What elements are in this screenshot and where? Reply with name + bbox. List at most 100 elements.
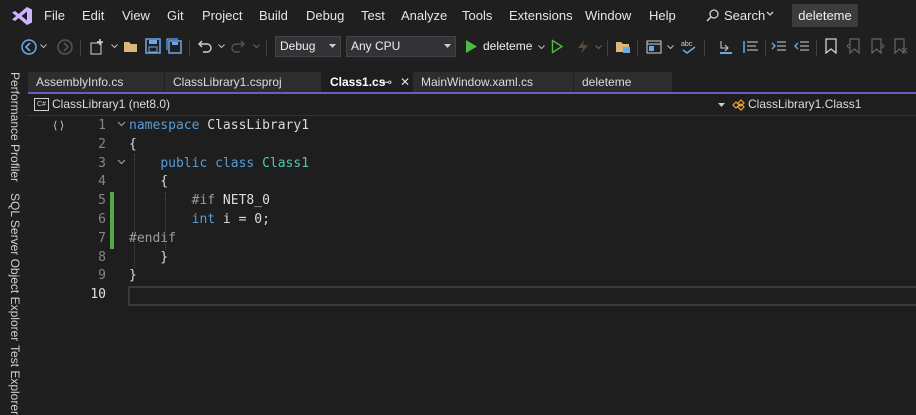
toolbar-separator xyxy=(266,40,267,56)
outdent-icon[interactable] xyxy=(793,38,811,56)
save-icon[interactable] xyxy=(145,38,161,54)
open-in-explorer-icon[interactable] xyxy=(614,38,632,56)
window-layout-icon[interactable] xyxy=(645,38,663,56)
run-target-label[interactable]: deleteme xyxy=(483,39,532,53)
visual-studio-logo-icon[interactable] xyxy=(11,6,33,26)
chevron-down-icon[interactable] xyxy=(40,44,47,49)
project-dropdown[interactable]: C# ClassLibrary1 (net8.0) xyxy=(34,97,170,112)
undo-icon[interactable] xyxy=(197,38,213,54)
tab-label: ClassLibrary1.csproj xyxy=(173,75,282,89)
start-without-debugging-icon[interactable] xyxy=(551,39,564,54)
code-line[interactable]: 7 #endif xyxy=(28,229,916,248)
code-editor[interactable]: ⟨⟩ 1 namespace ClassLibrary1 2{3 public cl… xyxy=(28,116,916,409)
side-panel-strip: Performance Profiler SQL Server Object E… xyxy=(0,62,28,415)
code-token: ClassLibrary1 xyxy=(199,118,310,133)
bookmark-icon[interactable] xyxy=(824,38,838,54)
performance-profiler-tab[interactable]: Performance Profiler xyxy=(8,72,22,182)
code-token: int xyxy=(191,212,216,227)
code-token: #if xyxy=(191,193,216,209)
menu-item-edit[interactable]: Edit xyxy=(82,8,104,23)
clear-bookmarks-icon[interactable] xyxy=(892,38,908,54)
start-debugging-icon[interactable] xyxy=(465,39,478,54)
menu-item-debug[interactable]: Debug xyxy=(306,8,344,23)
line-number: 7 xyxy=(98,230,106,246)
dropdown-arrow-icon[interactable] xyxy=(718,103,725,107)
code-token: class xyxy=(215,155,255,171)
platform-value: Any CPU xyxy=(351,39,401,53)
sql-server-object-explorer-tab[interactable]: SQL Server Object Explorer xyxy=(8,193,22,341)
chevron-down-icon[interactable] xyxy=(253,44,260,49)
menu-item-window[interactable]: Window xyxy=(585,8,631,23)
comment-lines-icon[interactable] xyxy=(742,38,760,56)
close-tab-icon[interactable]: ✕ xyxy=(400,72,410,92)
code-line[interactable]: 9} xyxy=(28,266,916,285)
tab-deleteme[interactable]: deleteme xyxy=(574,72,672,92)
back-icon[interactable] xyxy=(20,38,38,56)
toolbar: Debug Any CPU abc xyxy=(0,32,916,62)
fold-toggle-icon[interactable] xyxy=(117,159,126,165)
menu-item-extensions[interactable]: Extensions xyxy=(509,8,573,23)
dropdown-arrow-icon xyxy=(329,44,336,48)
chevron-down-icon[interactable] xyxy=(111,44,118,49)
code-line[interactable]: 2{ xyxy=(28,135,916,154)
indent-icon[interactable] xyxy=(770,38,788,56)
chevron-down-icon[interactable] xyxy=(218,44,225,49)
code-text: namespace ClassLibrary1 xyxy=(129,116,309,135)
platform-dropdown[interactable]: Any CPU xyxy=(346,36,456,57)
search-box[interactable]: Search xyxy=(700,5,780,27)
menu-item-analyze[interactable]: Analyze xyxy=(401,8,447,23)
hot-reload-icon[interactable] xyxy=(574,38,592,56)
line-number: 2 xyxy=(98,136,106,152)
code-token: namespace xyxy=(129,118,200,133)
menu-item-file[interactable]: File xyxy=(44,8,65,23)
toolbar-separator xyxy=(704,40,705,56)
configuration-dropdown[interactable]: Debug xyxy=(275,36,341,57)
menu-item-git[interactable]: Git xyxy=(167,8,184,23)
toolbar-separator xyxy=(765,40,766,56)
code-line[interactable]: 4 { xyxy=(28,172,916,191)
forward-icon[interactable] xyxy=(56,38,74,56)
code-line[interactable]: 1 namespace ClassLibrary1 xyxy=(28,116,916,135)
code-line[interactable]: 5 #if NET8_0 xyxy=(28,191,916,210)
prev-bookmark-icon[interactable] xyxy=(846,38,862,54)
spell-check-icon[interactable]: abc xyxy=(680,38,698,56)
chevron-down-icon[interactable] xyxy=(538,45,545,50)
code-line[interactable]: 6 int i = 0; xyxy=(28,210,916,229)
pin-tab-icon[interactable]: ⊸ xyxy=(382,72,392,92)
code-line[interactable]: 8 } xyxy=(28,248,916,267)
menu-item-project[interactable]: Project xyxy=(202,8,242,23)
save-all-icon[interactable] xyxy=(166,38,182,54)
redo-icon[interactable] xyxy=(230,38,246,54)
tab-mainwindow-xaml-cs[interactable]: MainWindow.xaml.cs xyxy=(413,72,573,92)
test-explorer-tab[interactable]: Test Explorer xyxy=(8,345,22,415)
chevron-down-icon[interactable] xyxy=(595,45,602,50)
tab-label: MainWindow.xaml.cs xyxy=(421,75,534,89)
chevron-down-icon[interactable] xyxy=(667,45,674,50)
new-project-icon[interactable] xyxy=(88,38,106,56)
code-text: { xyxy=(129,135,137,154)
toolbar-separator xyxy=(637,40,638,56)
menu-item-view[interactable]: View xyxy=(122,8,150,23)
code-line[interactable]: 3 public class Class1 xyxy=(28,154,916,173)
tab-class1[interactable]: Class1.cs ⊸ ✕ xyxy=(322,72,414,92)
type-dropdown[interactable]: ClassLibrary1.Class1 xyxy=(732,97,861,111)
menu-item-test[interactable]: Test xyxy=(361,8,385,23)
menu-item-tools[interactable]: Tools xyxy=(462,8,492,23)
menu-item-help[interactable]: Help xyxy=(649,8,676,23)
step-into-icon[interactable] xyxy=(717,38,735,56)
code-token: } xyxy=(129,249,169,265)
toolbar-separator xyxy=(80,40,81,56)
search-icon xyxy=(706,9,719,22)
line-number: 1 xyxy=(98,118,106,133)
open-folder-icon[interactable] xyxy=(122,38,140,56)
tab-classlibrary-csproj[interactable]: ClassLibrary1.csproj xyxy=(165,72,321,92)
fold-toggle-icon[interactable] xyxy=(117,121,126,127)
code-line[interactable]: 10 xyxy=(28,285,916,304)
svg-text:abc: abc xyxy=(681,41,693,48)
tab-assemblyinfo[interactable]: AssemblyInfo.cs xyxy=(28,72,164,92)
solution-name-badge[interactable]: deleteme xyxy=(792,4,858,27)
next-bookmark-icon[interactable] xyxy=(869,38,885,54)
menu-item-build[interactable]: Build xyxy=(259,8,288,23)
